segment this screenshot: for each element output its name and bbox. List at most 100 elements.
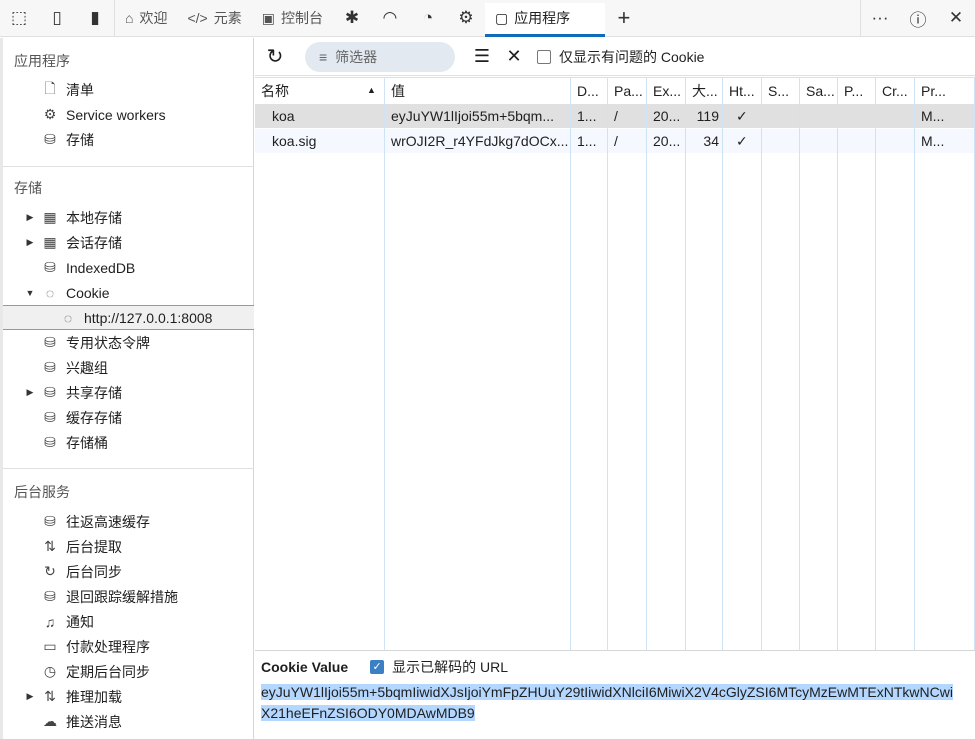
database-icon: ⛁ <box>44 588 56 604</box>
sidebar-item[interactable]: ◷ 定期后台同步 <box>3 659 254 684</box>
sidebar-item-label: 通知 <box>66 613 94 630</box>
sidebar-item-label: http://127.0.0.1:8008 <box>84 309 213 326</box>
sidebar-item[interactable]: ⛁ 存储 <box>3 127 254 152</box>
performance-icon[interactable]: ◔ <box>409 0 447 37</box>
show-decoded-checkbox[interactable]: ✓ <box>370 660 385 674</box>
table-cell: ✓ <box>736 133 748 149</box>
sidebar-item[interactable]: ⛁ 兴趣组 <box>3 355 254 380</box>
sidebar-item[interactable]: ⛁ 缓存存储 <box>3 405 254 430</box>
bug-icon[interactable]: ✱ <box>333 0 371 37</box>
tab-application[interactable]: ▢ 应用程序 <box>484 2 605 37</box>
sidebar-item[interactable]: ⛁ 专用状态令牌 <box>3 330 254 355</box>
cpu-icon[interactable]: ⚙ <box>447 0 485 37</box>
sidebar-item[interactable]: ⚙ Service workers <box>3 102 254 127</box>
arrows-updown-icon: ⇅ <box>44 688 56 704</box>
divider <box>3 166 254 167</box>
table-cell: 34 <box>703 133 719 149</box>
expand-arrow-icon[interactable]: ▶ <box>21 212 39 223</box>
sidebar-item[interactable]: ◌ http://127.0.0.1:8008 <box>3 305 254 330</box>
column-header[interactable]: P... <box>838 79 876 104</box>
expand-arrow-icon[interactable]: ▶ <box>21 691 39 702</box>
sidebar-item[interactable]: ↻ 后台同步 <box>3 559 254 584</box>
sidebar-item-label: 存储桶 <box>66 434 108 451</box>
collapse-arrow-icon[interactable]: ▼ <box>21 288 39 298</box>
add-tab-icon[interactable]: + <box>605 0 643 37</box>
table-cell: 20... <box>653 108 681 124</box>
column <box>571 78 608 650</box>
section-title: 存储 <box>14 180 42 196</box>
column-header[interactable]: 名称 <box>255 79 385 104</box>
table-cell: 119 <box>696 108 719 124</box>
sidebar-item[interactable]: ⛁ IndexedDB <box>3 255 254 280</box>
sidebar-item-label: 退回跟踪缓解措施 <box>66 588 178 605</box>
wifi-icon[interactable]: ◠ <box>371 0 409 37</box>
sidebar-item-label: 共享存储 <box>66 384 122 401</box>
dock-icon[interactable]: ▮ <box>76 0 114 37</box>
sidebar-item[interactable]: ▶ ⇅ 推理加载 <box>3 684 254 709</box>
sort-ascending-icon: ▲ <box>367 85 376 95</box>
divider <box>3 468 254 469</box>
expand-arrow-icon[interactable]: ▶ <box>21 237 39 248</box>
gear-icon: ⚙ <box>43 106 57 122</box>
column <box>876 78 915 650</box>
column <box>686 78 723 650</box>
table-cell: / <box>614 133 618 149</box>
sidebar-item[interactable]: ☁ 推送消息 <box>3 709 254 734</box>
sidebar-item[interactable]: ▭ 付款处理程序 <box>3 634 254 659</box>
column-header[interactable]: Pr... <box>915 79 975 104</box>
console-icon: ▣ <box>261 9 275 26</box>
column-header[interactable]: Ht... <box>723 79 762 104</box>
refresh-icon[interactable]: ↻ <box>255 44 295 69</box>
filter-input[interactable]: ≡ 筛选器 <box>305 41 455 72</box>
more-icon[interactable]: ··· <box>861 0 899 37</box>
sidebar-item[interactable]: ⛁ 退回跟踪缓解措施 <box>3 584 254 609</box>
tab-welcome[interactable]: ⌂ 欢迎 <box>115 0 177 37</box>
sidebar-item[interactable]: ▶ ▦ 本地存储 <box>3 205 254 230</box>
devtools-toolbar: ⬚ ▯ ▮ ⌂ 欢迎 </> 元素 ▣ 控制台 ✱ ◠ ◔ ⚙ ▢ 应用程序 + ···… <box>0 0 975 37</box>
column-header[interactable]: Sa... <box>800 79 838 104</box>
sidebar-item[interactable]: ▶ ▦ 会话存储 <box>3 230 254 255</box>
sidebar-item[interactable]: ▶ ⛁ 共享存储 <box>3 380 254 405</box>
expand-arrow-icon[interactable]: ▶ <box>21 387 39 398</box>
column-header[interactable]: Pa... <box>608 79 647 104</box>
column-header[interactable]: 大... <box>686 79 723 104</box>
column-header[interactable]: D... <box>571 79 608 104</box>
sidebar-item-label: 推理加载 <box>66 688 122 705</box>
sidebar-item[interactable]: ⛁ 往返高速缓存 <box>3 509 254 534</box>
cookie-icon: ◌ <box>45 284 55 301</box>
only-issues-checkbox[interactable] <box>537 49 551 64</box>
table-cell: / <box>614 108 618 124</box>
table-cell: ✓ <box>736 108 748 124</box>
sidebar-item-label: 缓存存储 <box>66 409 122 426</box>
sidebar-item[interactable]: ♫ 通知 <box>3 609 254 634</box>
database-icon: ⛁ <box>44 409 56 425</box>
section-title: 后台服务 <box>14 484 70 500</box>
delete-selected-icon[interactable]: ✕ <box>499 46 529 67</box>
tab-console[interactable]: ▣ 控制台 <box>252 0 333 37</box>
database-icon: ⛁ <box>44 334 56 350</box>
sidebar-item-label: 推送消息 <box>66 713 122 730</box>
column <box>915 78 975 650</box>
column-header[interactable]: Ex... <box>647 79 686 104</box>
clear-all-icon[interactable]: ☰ <box>465 46 499 67</box>
column-header[interactable]: S... <box>762 79 800 104</box>
sidebar-item[interactable]: 🗋 清单 <box>3 77 254 102</box>
column-header[interactable]: Cr... <box>876 79 915 104</box>
column <box>762 78 800 650</box>
column <box>255 78 385 650</box>
column-header[interactable]: 值 <box>385 79 571 104</box>
sidebar-item[interactable]: ▼ ◌ Cookie <box>3 280 254 305</box>
tab-elements[interactable]: </> 元素 <box>177 0 251 37</box>
cookie-value-text[interactable]: eyJuYW1lIjoi55m+5bqmIiwidXJsIjoiYmFpZHUu… <box>261 684 953 721</box>
grid-icon: ▦ <box>43 209 57 225</box>
cookie-icon: ◌ <box>63 309 73 326</box>
bell-icon: ♫ <box>44 613 56 630</box>
device-emulation-icon[interactable]: ▯ <box>38 0 76 37</box>
inspect-icon[interactable]: ⬚ <box>0 0 38 37</box>
help-icon[interactable]: ⓘ <box>899 0 937 37</box>
close-icon[interactable]: ✕ <box>937 0 975 37</box>
sidebar-item[interactable]: ⛁ 存储桶 <box>3 430 254 455</box>
table-cell: koa.sig <box>272 133 317 149</box>
table-cell: M... <box>921 133 945 149</box>
sidebar-item[interactable]: ⇅ 后台提取 <box>3 534 254 559</box>
